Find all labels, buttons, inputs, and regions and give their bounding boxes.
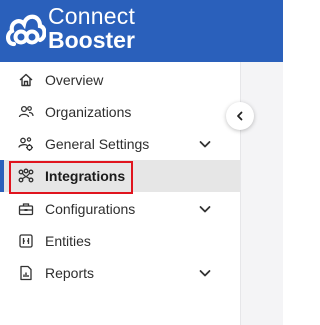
sidebar-collapse-button[interactable] bbox=[226, 102, 254, 130]
users-icon bbox=[18, 104, 34, 120]
home-icon bbox=[18, 72, 34, 88]
chevron-down-icon[interactable] bbox=[198, 137, 212, 151]
sidebar-item-configurations[interactable]: Configurations bbox=[0, 193, 240, 225]
toolbox-icon bbox=[18, 201, 34, 217]
users-gear-icon bbox=[18, 136, 34, 152]
sidebar-item-general-settings[interactable]: General Settings bbox=[0, 128, 240, 160]
sidebar-item-organizations[interactable]: Organizations bbox=[0, 96, 240, 128]
report-icon bbox=[18, 265, 34, 281]
sidebar-item-label: Configurations bbox=[45, 201, 136, 217]
sidebar-item-label: Entities bbox=[45, 233, 91, 249]
cloud-link-logo-icon[interactable] bbox=[6, 6, 46, 52]
sidebar-item-overview[interactable]: Overview bbox=[0, 64, 240, 96]
chevron-down-icon[interactable] bbox=[198, 202, 212, 216]
main-content-area bbox=[240, 62, 283, 325]
sidebar-item-label: Organizations bbox=[45, 104, 132, 120]
chevron-down-icon[interactable] bbox=[198, 266, 212, 280]
sidebar-item-label: General Settings bbox=[45, 136, 150, 152]
sidebar-item-label: Overview bbox=[45, 72, 104, 88]
sidebar-item-reports[interactable]: Reports bbox=[0, 257, 240, 289]
brand-line1: Connect bbox=[48, 3, 136, 29]
sidebar-item-label: Reports bbox=[45, 265, 95, 281]
entities-icon bbox=[18, 233, 34, 249]
brand-name: Connect Booster bbox=[48, 5, 135, 52]
app-header: Connect Booster bbox=[0, 0, 283, 62]
integrations-highlight-box bbox=[9, 161, 133, 194]
active-indicator bbox=[0, 160, 4, 192]
brand-line2: Booster bbox=[48, 27, 135, 53]
sidebar-item-entities[interactable]: Entities bbox=[0, 225, 240, 257]
chevron-left-icon bbox=[237, 111, 243, 121]
